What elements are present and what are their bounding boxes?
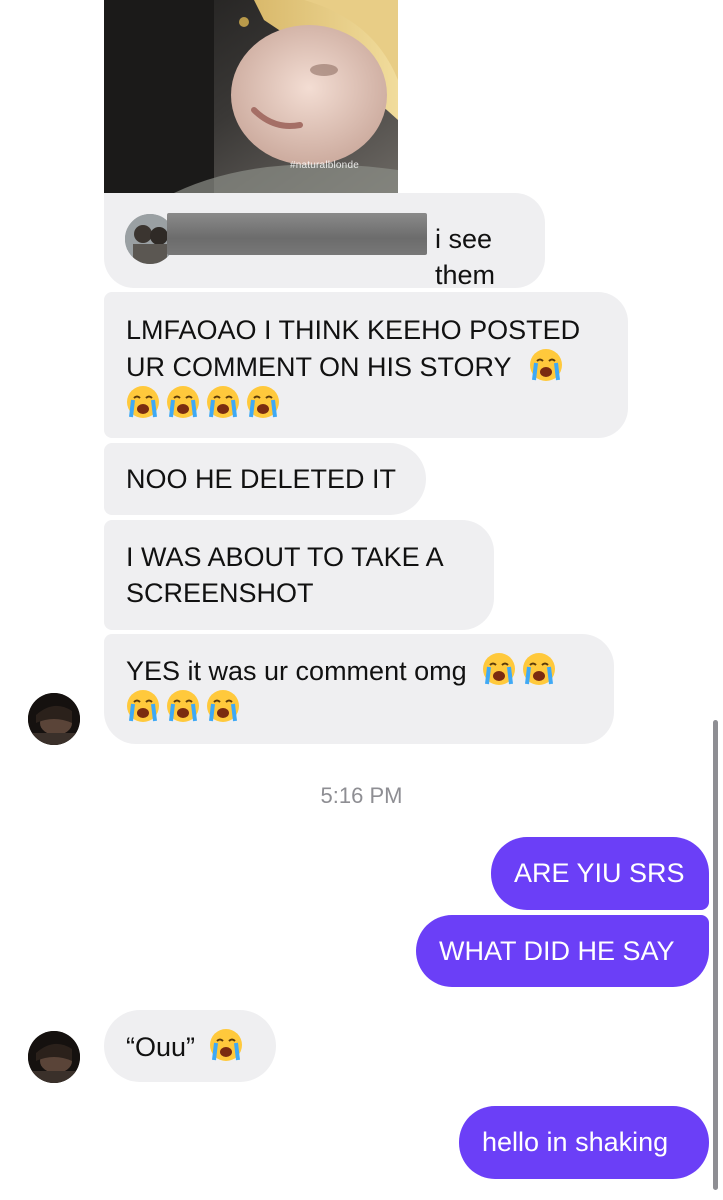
message-text-line: LMFAOAO I THINK KEEHO POSTED <box>126 315 581 345</box>
message-text-line: I WAS ABOUT TO TAKE A <box>126 542 444 572</box>
loudly-crying-face-icon <box>483 653 516 685</box>
message-text-line: UR COMMENT ON HIS STORY <box>126 348 606 385</box>
loudly-crying-face-icon <box>247 386 279 418</box>
loudly-crying-face-icon <box>209 1029 242 1061</box>
story-reply-bubble[interactable]: i see them roots <box>104 193 545 326</box>
message-text-line: SCREENSHOT <box>126 578 314 608</box>
message-text-line: YES it was ur comment omg <box>126 652 592 689</box>
message-text: WHAT DID HE SAY <box>439 936 675 966</box>
message-bubble-incoming[interactable]: LMFAOAO I THINK KEEHO POSTED UR COMMENT … <box>104 292 628 438</box>
chat-screen: #naturalblonde i see them roots LMFAOAO … <box>0 0 723 1200</box>
emoji-row <box>126 385 606 422</box>
loudly-crying-face-icon <box>167 386 199 418</box>
loudly-crying-face-icon <box>523 653 556 685</box>
message-bubble-outgoing[interactable]: ARE YIU SRS <box>491 837 709 910</box>
message-bubble-incoming[interactable]: NOO HE DELETED IT <box>104 443 426 515</box>
loudly-crying-face-icon <box>529 349 562 381</box>
loudly-crying-face-icon <box>127 690 159 722</box>
message-text: ARE YIU SRS <box>514 858 685 888</box>
sender-avatar[interactable] <box>28 693 80 745</box>
loudly-crying-face-icon <box>167 690 199 722</box>
message-text: NOO HE DELETED IT <box>126 464 397 494</box>
loudly-crying-face-icon <box>127 386 159 418</box>
loudly-crying-face-icon <box>207 386 239 418</box>
shared-story-image[interactable]: #naturalblonde <box>104 0 398 198</box>
message-bubble-incoming[interactable]: I WAS ABOUT TO TAKE A SCREENSHOT <box>104 520 494 630</box>
emoji-row <box>126 689 592 726</box>
message-bubble-outgoing[interactable]: hello in shaking <box>459 1106 709 1179</box>
message-bubble-outgoing[interactable]: WHAT DID HE SAY <box>416 915 709 987</box>
message-timestamp: 5:16 PM <box>320 783 403 808</box>
message-text: hello in shaking <box>482 1127 669 1157</box>
message-bubble-incoming[interactable]: “Ouu” <box>104 1010 276 1082</box>
sender-avatar[interactable] <box>28 1031 80 1083</box>
redacted-username <box>167 213 427 255</box>
message-bubble-incoming[interactable]: YES it was ur comment omg <box>104 634 614 744</box>
loudly-crying-face-icon <box>207 690 239 722</box>
story-hashtag: #naturalblonde <box>290 160 359 171</box>
message-text: “Ouu” <box>126 1032 196 1062</box>
scrollbar[interactable] <box>713 720 718 1190</box>
